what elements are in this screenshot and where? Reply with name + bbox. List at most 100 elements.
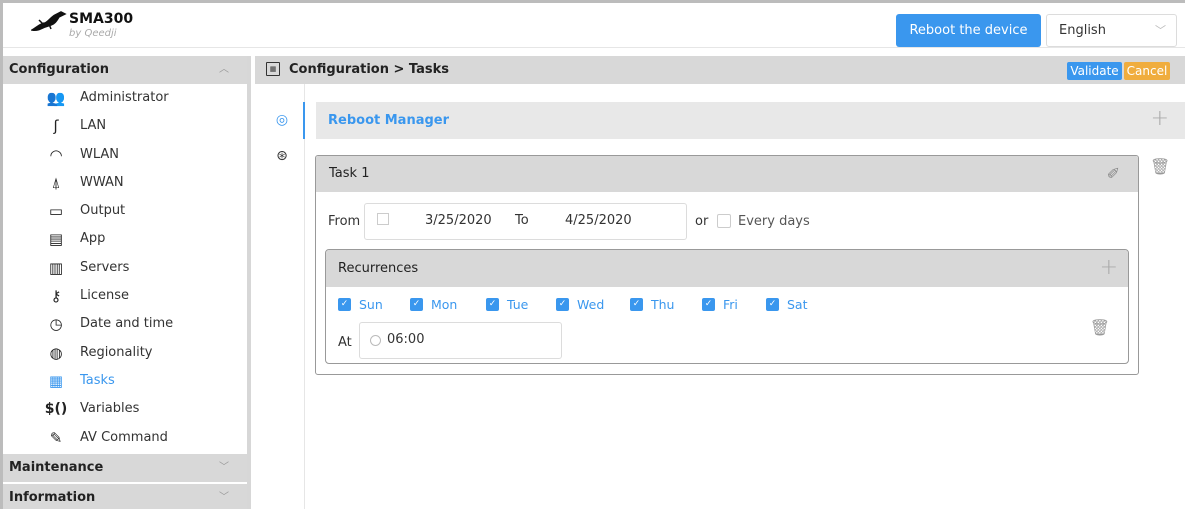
chevron-down-icon: ﹀ [1155,24,1166,37]
monitor-icon: ▭ [48,202,64,221]
sidebar-item-servers[interactable]: ▥ Servers [3,254,247,282]
task-header: Task 1 ✐ [316,156,1138,192]
to-label: To [515,213,529,228]
sidebar-section-label: Configuration [9,62,109,77]
chevron-down-icon: ﹀ [219,461,229,473]
edit-icon[interactable]: ✐ [1107,164,1120,183]
sidebar-section-label: Maintenance [9,459,104,475]
app-title: SMA300 [69,11,134,27]
sidebar-item-license[interactable]: ⚷ License [3,282,247,310]
chevron-down-icon: ﹀ [219,491,229,503]
reboot-device-button[interactable]: Reboot the device [896,14,1041,47]
logo: SMA300 by Qeedji [31,9,151,43]
sidebar-item-label: Administrator [80,90,169,105]
language-value: English [1059,23,1106,38]
every-days-checkbox[interactable] [717,214,731,228]
key-icon: ⚷ [50,287,62,306]
globe-icon: ◍ [49,343,63,362]
sidebar-item-lan[interactable]: ʃ LAN [3,112,247,140]
recurrences-header: Recurrences + [326,250,1128,287]
add-icon[interactable]: + [1100,255,1118,281]
calendar-icon [377,213,389,225]
sidebar-item-wwan[interactable]: ⍋ WWAN [3,169,247,197]
antenna-icon: ⍋ [51,173,61,192]
remote-icon: ✎ [49,428,63,447]
calendar-icon: ▦ [266,62,280,76]
date-range-input[interactable]: 3/25/2020 To 4/25/2020 [364,203,687,240]
clock-icon [370,335,381,346]
sidebar-item-regionality[interactable]: ◍ Regionality [3,339,247,367]
clock-icon: ◷ [49,315,63,334]
trash-icon[interactable]: 🗑 [1150,157,1170,176]
sidebar: Configuration ︿ 👥 Administrator ʃ LAN ◠ … [3,56,251,509]
validate-button[interactable]: Validate [1067,62,1122,80]
check-icon: ✓ [630,298,643,311]
breadcrumb: Configuration > Tasks [289,62,449,77]
check-icon: ✓ [486,298,499,311]
wifi-icon: ◠ [49,145,63,164]
vertical-tabs: ◎ ⊛ [255,84,305,509]
sidebar-item-label: Tasks [80,372,115,388]
chevron-up-icon: ︿ [219,64,229,75]
reboot-manager-section: Reboot Manager + [316,102,1185,139]
sidebar-item-label: AV Command [80,429,168,445]
sidebar-item-date-and-time[interactable]: ◷ Date and time [3,310,247,338]
sidebar-item-label: WLAN [80,146,120,162]
sidebar-item-app[interactable]: ▤ App [3,225,247,253]
sidebar-item-label: WWAN [80,174,124,190]
sidebar-item-label: Regionality [80,344,153,360]
or-label: or [695,214,709,229]
server-icon: ▥ [48,258,64,277]
lizard-logo-icon [31,11,67,31]
variables-icon: $() [44,401,68,418]
check-icon: ✓ [410,298,423,311]
sidebar-item-output[interactable]: ▭ Output [3,197,247,225]
language-select[interactable]: English ﹀ [1046,14,1177,47]
sidebar-section-information[interactable]: Information ﹀ [3,483,247,509]
trash-icon[interactable]: 🗑 [1090,318,1110,337]
task-card: Task 1 ✐ From 3/25/2020 To 4/25/2020 or … [315,155,1139,375]
reboot-manager-tab-icon[interactable]: ◎ [273,111,291,129]
power-task-tab-icon[interactable]: ⊛ [273,147,291,165]
lan-icon: ʃ [53,117,59,136]
check-icon: ✓ [338,298,351,311]
sidebar-section-label: Information [9,489,96,505]
check-icon: ✓ [556,298,569,311]
date-range-row: From 3/25/2020 To 4/25/2020 or Every day… [316,192,1138,242]
app-subtitle: by Qeedji [69,28,117,39]
recurrences-title: Recurrences [338,261,419,276]
sidebar-item-label: Date and time [80,316,174,332]
time-value: 06:00 [387,332,425,347]
breadcrumb-bar: ▦ Configuration > Tasks Validate Cancel [255,56,1185,84]
task-title: Task 1 [329,166,370,181]
check-icon: ✓ [702,298,715,311]
app-icon: ▤ [48,230,64,249]
every-days-label: Every days [738,214,810,229]
section-title: Reboot Manager [328,113,450,128]
cancel-button[interactable]: Cancel [1124,62,1170,80]
sidebar-item-variables[interactable]: $() Variables [3,395,247,423]
from-date-value: 3/25/2020 [425,213,492,228]
users-icon: 👥 [46,89,66,107]
sidebar-section-configuration[interactable]: Configuration ︿ [3,56,247,84]
time-input[interactable]: 06:00 [359,322,562,359]
to-date-value: 4/25/2020 [565,213,632,228]
sidebar-section-maintenance[interactable]: Maintenance ﹀ [3,453,247,482]
sidebar-item-administrator[interactable]: 👥 Administrator [3,84,247,112]
sidebar-item-label: Servers [80,259,130,275]
sidebar-item-label: License [80,288,130,304]
sidebar-item-label: App [80,231,106,247]
recurrences-card: Recurrences + ✓ Sun ✓ Mon ✓ Tue ✓ Wed ✓ Thu ✓… [325,249,1129,364]
sidebar-item-wlan[interactable]: ◠ WLAN [3,141,247,169]
sidebar-item-label: Output [80,203,126,219]
sidebar-item-label: Variables [80,401,140,417]
sidebar-item-av-command[interactable]: ✎ AV Command [3,424,247,452]
sidebar-item-tasks[interactable]: ▦ Tasks [3,367,247,395]
calendar-icon: ▦ [48,371,64,390]
active-tab-indicator [303,102,305,139]
check-icon: ✓ [766,298,779,311]
top-header: SMA300 by Qeedji Reboot the device Engli… [3,3,1185,48]
weekday-checkboxes: ✓ Sun ✓ Mon ✓ Tue ✓ Wed ✓ Thu ✓ Fri ✓ Sat [338,297,1038,313]
add-icon[interactable]: + [1151,106,1169,132]
sidebar-item-label: LAN [80,118,107,134]
